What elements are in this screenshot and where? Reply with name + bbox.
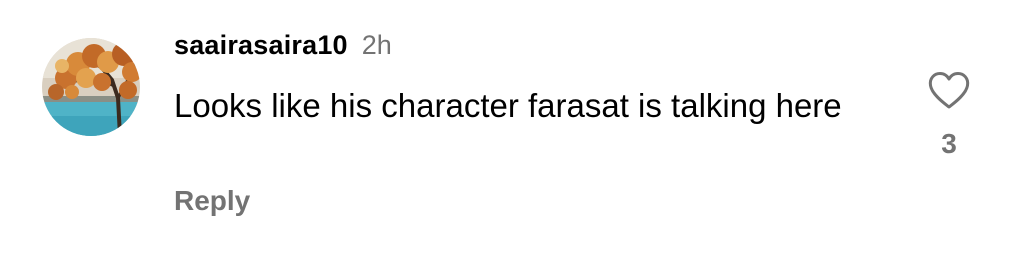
- comment-item: saairasaira10 2h Looks like his characte…: [0, 0, 1024, 277]
- comment-header: saairasaira10 2h: [174, 30, 392, 70]
- comment-text: Looks like his character farasat is talk…: [174, 87, 842, 124]
- timestamp: 2h: [361, 30, 392, 60]
- avatar[interactable]: [42, 38, 140, 136]
- username-link[interactable]: saairasaira10: [174, 30, 348, 61]
- autumn-tree-avatar-image: [42, 38, 140, 136]
- heart-icon: [928, 72, 970, 109]
- reply-button[interactable]: Reply: [174, 185, 250, 217]
- like-count: 3: [941, 128, 957, 159]
- like-button[interactable]: [926, 68, 972, 114]
